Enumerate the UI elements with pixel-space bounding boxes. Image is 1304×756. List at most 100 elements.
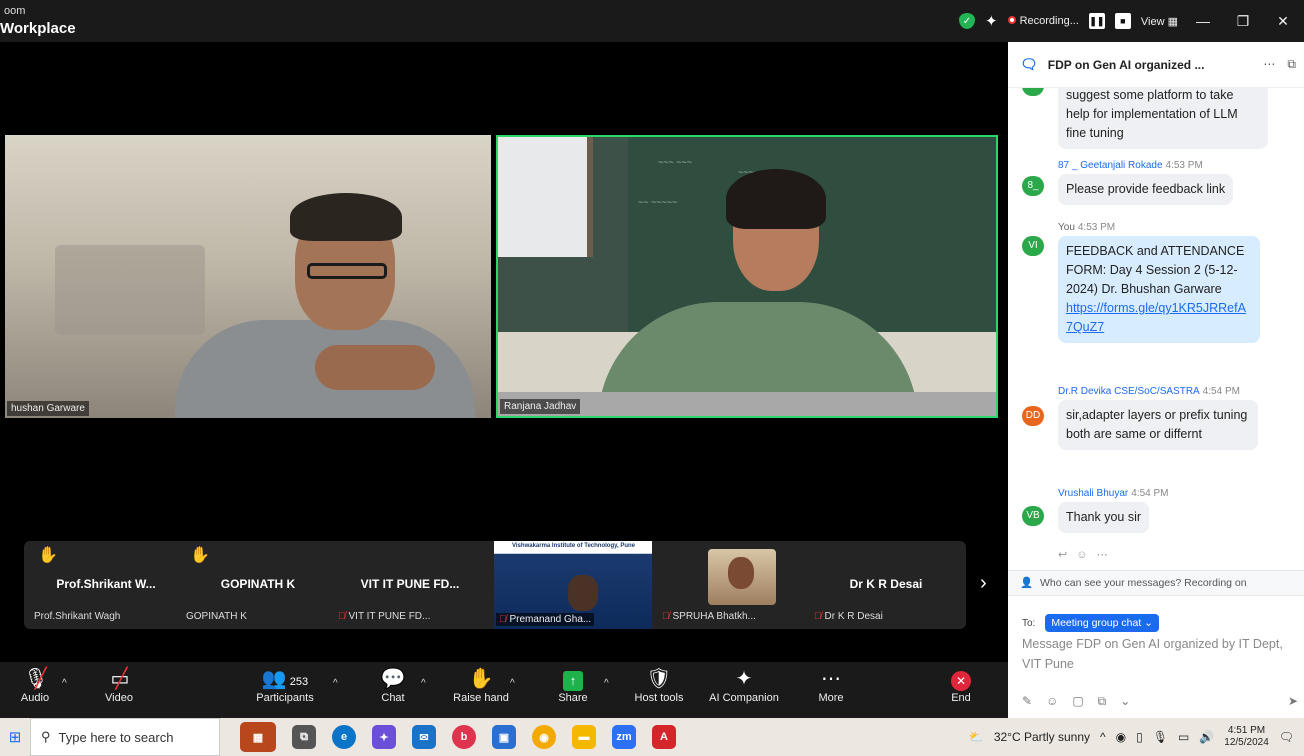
record-icon[interactable]: ◉ (1116, 730, 1126, 744)
message-text: suggest some platform to take help for i… (1058, 88, 1268, 149)
participant-glasses (307, 263, 387, 279)
share-button[interactable]: ↑ Share (538, 666, 608, 704)
raise-hand-options-caret-icon[interactable]: ^ (510, 678, 515, 689)
format-icon[interactable]: ✎ (1022, 694, 1032, 709)
strip-next-arrow-icon[interactable]: › (980, 572, 987, 595)
screenshot-icon[interactable]: ⧉ (1098, 694, 1107, 709)
participants-button[interactable]: 👥 253 Participants (250, 666, 320, 704)
message-sender: Dr.R Devika CSE/SoC/SASTRA 4:54 PM (1058, 386, 1240, 397)
chat-message: 8_ 87 _ Geetanjali Rokade 4:53 PM Please … (1022, 160, 1292, 216)
participant-face (568, 575, 598, 611)
stop-recording-button[interactable]: ■ (1114, 13, 1131, 29)
taskbar-search-placeholder: Type here to search (58, 729, 174, 745)
notifications-icon[interactable]: 🗨 (1279, 730, 1294, 744)
recording-indicator[interactable]: Recording... (1007, 15, 1079, 27)
windows-taskbar: ⊞ ⚲ Type here to search ▦ ⧉ e ✦ ✉ b ▣ ◉ … (0, 718, 1304, 756)
volume-icon[interactable]: 🔊 (1199, 730, 1214, 744)
chat-message-input[interactable]: Message FDP on Gen AI organized by IT De… (1022, 634, 1298, 674)
zoom-app-icon[interactable]: zm (612, 725, 636, 749)
chat-header: 🗨 FDP on Gen AI organized ... ⋯ ⧉ (1008, 42, 1304, 88)
mic-icon[interactable]: 🎙 (1153, 730, 1168, 744)
chat-privacy-note[interactable]: 👤 Who can see your messages? Recording o… (1008, 570, 1304, 596)
meeting-toolbar: 🎙╱ Audio ^ ▭╱ Video 👥 253 Participants ^ … (0, 662, 1008, 718)
participants-options-caret-icon[interactable]: ^ (333, 678, 338, 689)
chat-message-list[interactable]: suggest some platform to take help for i… (1008, 88, 1304, 602)
whiteboard (498, 137, 593, 257)
ai-sparkle-icon[interactable]: ✦ (985, 12, 998, 30)
more-button[interactable]: ⋯ More (796, 666, 866, 704)
participant-tile[interactable]: ✋ Prof.Shrikant W... Prof.Shrikant Wagh (30, 541, 182, 629)
avatar: DD (1022, 406, 1044, 426)
avatar: VB (1022, 506, 1044, 526)
reply-icon[interactable]: ↩ (1058, 549, 1067, 561)
message-body: FEEDBACK and ATTENDANCE FORM: Day 4 Sess… (1066, 244, 1245, 296)
emoji-icon[interactable]: ☺ (1076, 549, 1087, 561)
close-button[interactable]: ✕ (1268, 13, 1298, 30)
raise-hand-button[interactable]: ✋ Raise hand (446, 666, 516, 704)
more-options-icon[interactable]: ⋯ (1263, 57, 1275, 72)
chrome-browser-icon[interactable]: ◉ (532, 725, 556, 749)
brave-browser-icon[interactable]: b (452, 725, 476, 749)
chevron-down-icon[interactable]: ⌄ (1120, 694, 1130, 709)
acrobat-reader-icon[interactable]: A (652, 725, 676, 749)
taskbar-search[interactable]: ⚲ Type here to search (30, 718, 220, 756)
network-icon[interactable]: ▭ (1178, 730, 1189, 744)
edge-browser-icon[interactable]: e (332, 725, 356, 749)
battery-icon[interactable]: ▯ (1136, 730, 1143, 744)
news-widget-icon[interactable]: ▦ (240, 722, 276, 752)
participant-tile-video[interactable]: Vishwakarma Institute of Technology, Pun… (494, 541, 652, 629)
chevron-up-icon[interactable]: ^ (1100, 730, 1106, 744)
message-time: 4:54 PM (1131, 488, 1169, 499)
participant-name: VIT IT PUNE FD... (360, 577, 460, 591)
file-icon[interactable]: ▢ (1072, 694, 1083, 709)
message-text: sir,adapter layers or prefix tuning both… (1058, 400, 1258, 450)
participants-label: Participants (256, 692, 314, 704)
chat-message: suggest some platform to take help for i… (1022, 88, 1292, 152)
windows-start-icon[interactable]: ⊞ (0, 728, 30, 746)
file-explorer-icon[interactable]: ▬ (572, 725, 596, 749)
more-options-icon[interactable]: ⋯ (1097, 549, 1108, 561)
audio-button[interactable]: 🎙╱ Audio (0, 666, 70, 704)
participant-label: 🎙̸ Dr K R Desai (814, 611, 883, 622)
end-button[interactable]: ✕ End (926, 666, 996, 704)
shield-check-icon[interactable]: ✓ (958, 13, 975, 29)
share-options-caret-icon[interactable]: ^ (604, 678, 609, 689)
message-reactions: ↩ ☺ ⋯ (1058, 548, 1108, 561)
privacy-text: Who can see your messages? Recording on (1040, 577, 1247, 589)
copilot-icon[interactable]: ✦ (372, 725, 396, 749)
participant-tile[interactable]: Dr K R Desai 🎙̸ Dr K R Desai (810, 541, 962, 629)
audio-options-caret-icon[interactable]: ^ (62, 678, 67, 689)
message-sender: 87 _ Geetanjali Rokade 4:53 PM (1058, 160, 1203, 171)
video-tile-speaker-2[interactable]: ~~~ ~~~ ~~~~ ~~ ~~~~~ Ranjana Jadhav (496, 135, 998, 418)
clock[interactable]: 4:51 PM 12/5/2024 (1224, 725, 1269, 749)
mail-icon[interactable]: ✉ (412, 725, 436, 749)
minimize-button[interactable]: — (1188, 13, 1218, 29)
weather-text[interactable]: 32°C Partly sunny (994, 730, 1090, 744)
video-name-tag: hushan Garware (7, 401, 89, 416)
task-view-icon[interactable]: ⧉ (292, 725, 316, 749)
participant-tile[interactable]: VIT IT PUNE FD... 🎙̸ VIT IT PUNE FD... (334, 541, 486, 629)
participant-tile[interactable]: 🎙̸ SPRUHA Bhatkh... (658, 541, 810, 629)
pause-recording-button[interactable]: ❚❚ (1088, 13, 1105, 29)
store-icon[interactable]: ▣ (492, 725, 516, 749)
participant-tile[interactable]: ✋ GOPINATH K GOPINATH K (182, 541, 334, 629)
sender-name: Dr.R Devika CSE/SoC/SASTRA (1058, 386, 1200, 397)
chat-options-caret-icon[interactable]: ^ (421, 678, 426, 689)
recipient-dropdown[interactable]: Meeting group chat ⌄ (1045, 614, 1159, 632)
end-label: End (951, 692, 971, 704)
avatar: 8_ (1022, 176, 1044, 196)
pop-out-icon[interactable]: ⧉ (1287, 57, 1296, 72)
participant-hair (726, 169, 826, 229)
video-tile-speaker-1[interactable]: hushan Garware (5, 135, 491, 418)
send-icon[interactable]: ➤ (1288, 694, 1298, 709)
chat-button[interactable]: 💬 Chat (358, 666, 428, 704)
video-banner-text: Vishwakarma Institute of Technology, Pun… (512, 543, 636, 549)
view-button[interactable]: View ▦ (1141, 15, 1178, 28)
feedback-form-link[interactable]: https://forms.gle/qy1KR5JRRefA7QuZ7 (1066, 299, 1252, 337)
maximize-button[interactable]: ❐ (1228, 13, 1258, 30)
host-tools-button[interactable]: 🛡 Host tools (624, 666, 694, 704)
video-button[interactable]: ▭╱ Video (84, 666, 154, 704)
search-icon: ⚲ (41, 729, 51, 744)
ai-companion-button[interactable]: ✦ AI Companion (704, 666, 784, 704)
emoji-icon[interactable]: ☺ (1046, 694, 1058, 709)
